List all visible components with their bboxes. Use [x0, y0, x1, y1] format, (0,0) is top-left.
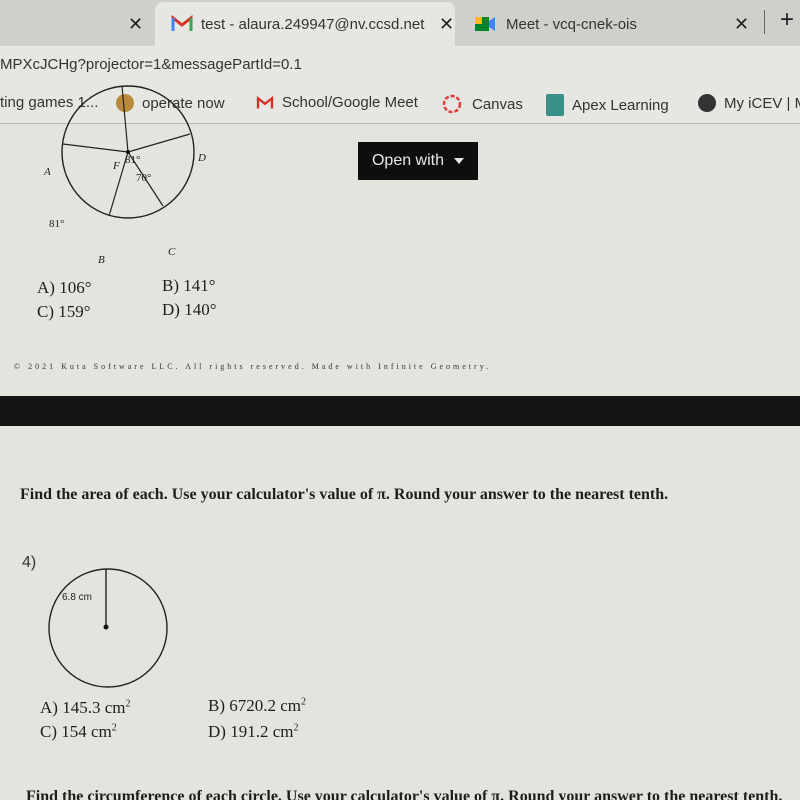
choice-d: D) 191.2 cm2 [208, 722, 298, 742]
tab-gmail-test[interactable]: test - alaura.249947@nv.ccsd.net ✕ [155, 2, 455, 46]
question-number: 4) [22, 554, 37, 571]
chevron-down-icon [454, 158, 465, 164]
angle-label: 81° [49, 218, 65, 230]
tab-previous[interactable]: ✕ [0, 4, 150, 44]
instruction-text: Find the area of each. Use your calculat… [20, 486, 669, 503]
next-instruction-text: Find the circumference of each circle. U… [26, 788, 783, 800]
point-label-f: F [113, 160, 120, 172]
document-viewer[interactable]: A B C D F 81° 70° 81° A) 106° B) 141° C)… [0, 85, 800, 800]
bookmark-school-google-meet[interactable]: School/Google Meet [256, 94, 418, 111]
choice-d-text: D) 191.2 cm [208, 722, 294, 741]
circle-radius-figure [48, 568, 168, 688]
bookmark-canvas[interactable]: Canvas [442, 94, 523, 114]
bookmark-label: My iCEV | M [724, 94, 800, 112]
tab-title: Meet - vcq-cnek-ois [506, 15, 637, 33]
point-label-a: A [44, 166, 51, 178]
choice-b-text: B) 6720.2 cm [208, 696, 302, 715]
angle-label: 81° [125, 154, 141, 166]
choice-b: B) 141° [162, 276, 216, 295]
choice-d: D) 140° [162, 300, 217, 319]
bookmark-label: Apex Learning [572, 96, 669, 114]
bookmark-label: Canvas [472, 95, 523, 113]
google-meet-icon [475, 17, 495, 31]
open-with-label: Open with [371, 152, 445, 169]
angle-label: 70° [136, 172, 152, 184]
close-tab-icon[interactable]: ✕ [128, 14, 143, 35]
superscript: 2 [293, 722, 299, 734]
tab-bar: ✕ test - alaura.249947@nv.ccsd.net ✕ Mee… [0, 0, 800, 46]
bookmark-apex-learning[interactable]: Apex Learning [546, 94, 669, 116]
superscript: 2 [301, 696, 307, 708]
choice-a-text: A) 145.3 cm [40, 698, 126, 717]
choice-a: A) 106° [37, 278, 92, 297]
bookmark-label: School/Google Meet [282, 94, 418, 111]
point-label-c: C [168, 246, 176, 258]
apex-icon [546, 94, 564, 116]
tab-google-meet[interactable]: Meet - vcq-cnek-ois ✕ [462, 4, 762, 44]
superscript: 2 [111, 722, 117, 734]
copyright-footer: © 2021 Kuta Software LLC. All rights res… [14, 362, 492, 371]
globe-icon [698, 94, 716, 112]
superscript: 2 [125, 698, 131, 710]
bookmark-my-icev[interactable]: My iCEV | M [698, 94, 800, 112]
choice-c: C) 159° [37, 302, 91, 321]
gmail-icon [171, 15, 193, 31]
tab-separator [764, 10, 765, 34]
radius-label: 6.8 cm [62, 592, 93, 603]
new-tab-button[interactable]: + [780, 6, 794, 34]
open-with-button[interactable]: Open with [358, 142, 478, 180]
close-tab-icon[interactable]: ✕ [439, 14, 454, 35]
choice-c: C) 154 cm2 [40, 722, 117, 742]
gmail-icon [256, 95, 274, 108]
canvas-icon [442, 94, 462, 114]
document-page-2: Find the area of each. Use your calculat… [0, 426, 800, 800]
close-tab-icon[interactable]: ✕ [734, 14, 749, 35]
choice-a: A) 145.3 cm2 [40, 698, 130, 718]
tab-title: test - alaura.249947@nv.ccsd.net [201, 15, 425, 33]
point-label-d: D [198, 152, 206, 164]
choice-b: B) 6720.2 cm2 [208, 696, 306, 716]
point-label-b: B [98, 254, 105, 266]
choice-c-text: C) 154 cm [40, 722, 112, 741]
